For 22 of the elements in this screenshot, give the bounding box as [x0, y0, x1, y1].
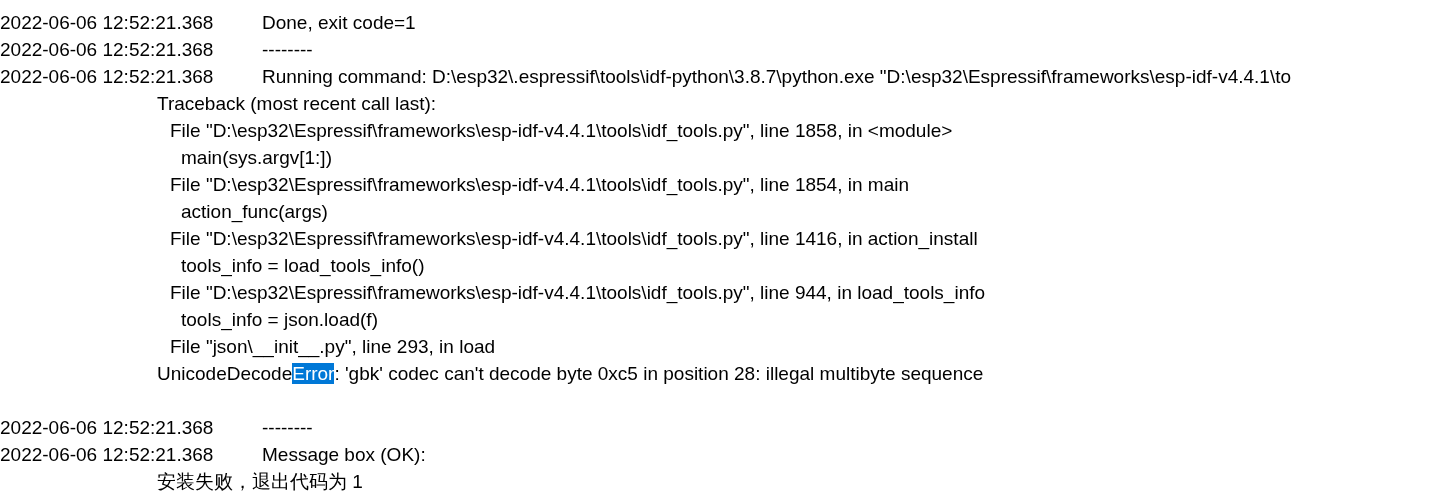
log-timestamp: 2022-06-06 12:52:21.368 [0, 65, 215, 89]
log-line: tools_info = json.load(f) [181, 309, 378, 330]
log-line: File "D:\esp32\Espressif\frameworks\esp-idf-v4.4.1\tools\idf_tools.py", line 1858, in <module> [170, 120, 953, 141]
log-line: action_func(args) [181, 201, 328, 222]
log-line: Traceback (most recent call last): [157, 93, 437, 114]
log-message: Message box (OK): [262, 443, 426, 467]
log-message: -------- [262, 38, 313, 62]
log-message: -------- [262, 416, 313, 440]
log-line: File "D:\esp32\Espressif\frameworks\esp-idf-v4.4.1\tools\idf_tools.py", line 944, in load_tools_info [170, 282, 986, 303]
log-line: File "json\__init__.py", line 293, in load [170, 336, 496, 357]
log-timestamp: 2022-06-06 12:52:21.368 [0, 38, 215, 62]
log-line: UnicodeDecodeError: 'gbk' codec can't decode byte 0xc5 in position 28: illegal multibyte sequence [157, 363, 984, 384]
log-line: main(sys.argv[1:]) [181, 147, 332, 168]
log-timestamp: 2022-06-06 12:52:21.368 [0, 416, 215, 440]
log-line: File "D:\esp32\Espressif\frameworks\esp-idf-v4.4.1\tools\idf_tools.py", line 1854, in main [170, 174, 909, 195]
log-message: Running command: D:\esp32\.espressif\tools\idf-python\3.8.7\python.exe "D:\esp32\Espressif\frameworks\esp-idf-v4.4.1\to [262, 65, 1292, 89]
log-timestamp: 2022-06-06 12:52:21.368 [0, 11, 215, 35]
log-line: 安装失败，退出代码为 1 [157, 471, 363, 492]
log-line: File "D:\esp32\Espressif\frameworks\esp-idf-v4.4.1\tools\idf_tools.py", line 1416, in action_install [170, 228, 978, 249]
log-message: Done, exit code=1 [262, 11, 416, 35]
log-line: tools_info = load_tools_info() [181, 255, 425, 276]
log-timestamp: 2022-06-06 12:52:21.368 [0, 443, 215, 467]
